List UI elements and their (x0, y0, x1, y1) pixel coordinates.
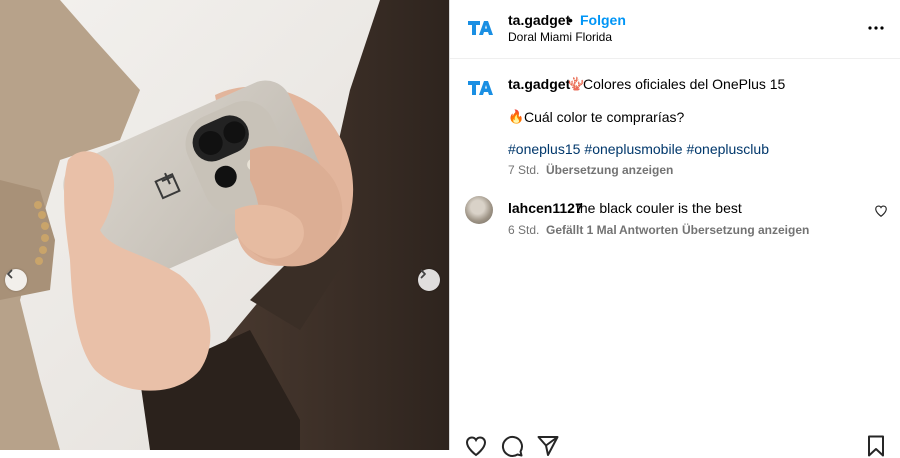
post-photo (0, 0, 449, 450)
more-options-button[interactable] (866, 18, 886, 38)
send-icon[interactable] (536, 434, 560, 458)
hashtag-list: #oneplus15 #oneplusmobile #oneplusclub (508, 141, 773, 157)
caption-text: Colores oficiales del OnePlus 15 (583, 76, 786, 92)
post-header: ta.gadget • Folgen Doral Miami Florida (450, 0, 900, 59)
hashtag-link[interactable]: #oneplusmobile (584, 141, 682, 157)
avatar[interactable] (464, 12, 496, 44)
fire-emoji: 🔥 (508, 109, 525, 124)
post-action-bar (450, 428, 900, 457)
bookmark-icon[interactable] (864, 434, 888, 458)
chevron-left-icon (7, 269, 13, 279)
caption-username[interactable]: ta.gadget (508, 76, 570, 92)
media-next-button[interactable] (418, 269, 440, 291)
post-author-username[interactable]: ta.gadget (508, 12, 570, 28)
comment-username[interactable]: lahcen1127 (508, 200, 583, 216)
comment-reply-button[interactable]: Antworten (619, 223, 678, 237)
comment-timestamp[interactable]: 6 Std. (508, 223, 539, 237)
heart-icon[interactable] (874, 204, 888, 218)
comment-translate-button[interactable]: Übersetzung anzeigen (682, 223, 809, 237)
ta-logo-icon (468, 81, 493, 95)
caption-question: Cuál color te comprarías? (524, 109, 685, 125)
comment-text: the black couler is the best (576, 200, 742, 216)
follow-button[interactable]: Folgen (580, 12, 626, 28)
comment-icon[interactable] (500, 434, 524, 458)
chevron-right-icon (420, 269, 426, 279)
hashtag-link[interactable]: #oneplusclub (686, 141, 769, 157)
heart-icon[interactable] (464, 434, 488, 458)
post-location[interactable]: Doral Miami Florida (508, 30, 612, 44)
caption-avatar[interactable] (464, 72, 496, 104)
coral-emoji: 🪸 (568, 76, 585, 91)
media-prev-button[interactable] (5, 269, 27, 291)
separator-dot: • (568, 12, 573, 28)
more-horizontal-icon (868, 26, 884, 30)
caption-translate-button[interactable]: Übersetzung anzeigen (546, 163, 673, 177)
comment-avatar[interactable] (465, 196, 493, 224)
hashtag-link[interactable]: #oneplus15 (508, 141, 580, 157)
caption-timestamp[interactable]: 7 Std. (508, 163, 539, 177)
ta-logo-icon (468, 21, 493, 35)
post-media (0, 0, 449, 450)
post-panel: ta.gadget • Folgen Doral Miami Florida t… (450, 0, 900, 457)
comment-likes-count[interactable]: Gefällt 1 Mal (546, 223, 617, 237)
